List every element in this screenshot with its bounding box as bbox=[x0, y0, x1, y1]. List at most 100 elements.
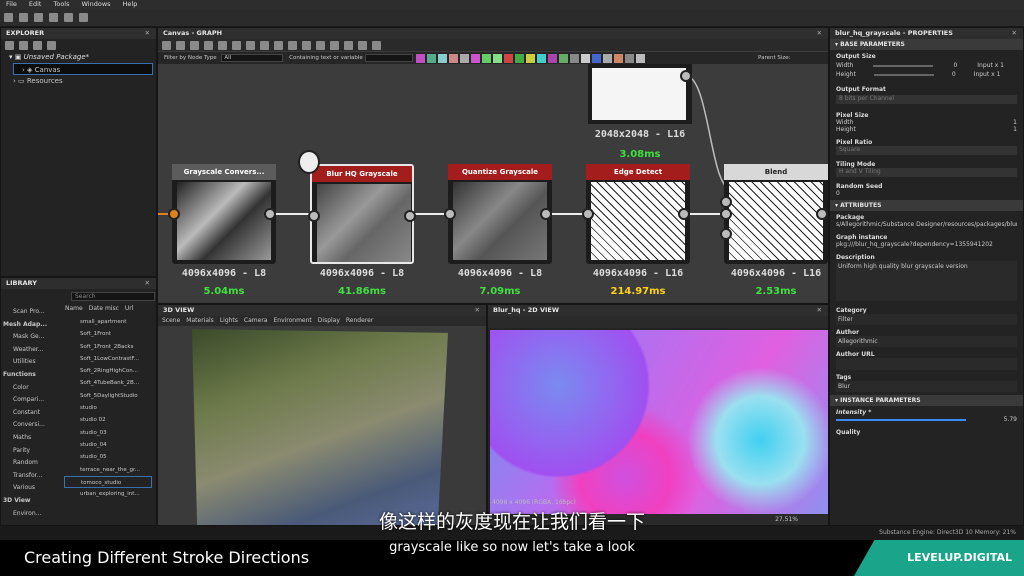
library-category-item[interactable]: Compari... bbox=[3, 394, 63, 407]
instance-parameters-header[interactable]: ▾ INSTANCE PARAMETERS bbox=[830, 395, 1023, 406]
output-width-slider[interactable] bbox=[873, 65, 934, 67]
col-date[interactable]: Date misc bbox=[89, 305, 119, 313]
node-input-port[interactable] bbox=[168, 208, 180, 220]
library-category-item[interactable]: Parity bbox=[3, 445, 63, 458]
author-field[interactable]: Allegorithmic bbox=[836, 336, 1017, 347]
save-all-icon[interactable] bbox=[49, 13, 58, 22]
library-category-item[interactable]: 3D View bbox=[3, 495, 63, 508]
node-output-port[interactable] bbox=[404, 210, 416, 222]
library-category-item[interactable]: Conversi... bbox=[3, 419, 63, 432]
col-url[interactable]: Url bbox=[125, 305, 134, 313]
library-category-item[interactable]: Mask Ge... bbox=[3, 331, 63, 344]
output-width-row[interactable]: Width 0 Input x 1 bbox=[836, 62, 1017, 69]
library-item[interactable]: studio_03 bbox=[64, 427, 152, 439]
library-category-item[interactable]: Random bbox=[3, 457, 63, 470]
category-field[interactable]: Filter bbox=[836, 314, 1017, 325]
new-package-icon[interactable] bbox=[5, 41, 14, 50]
pixel-ratio-select[interactable]: Square bbox=[836, 146, 1017, 155]
3d-menu-item[interactable]: Environment bbox=[273, 316, 311, 326]
3d-preview-mesh[interactable] bbox=[192, 329, 448, 525]
base-parameters-header[interactable]: ▾ BASE PARAMETERS bbox=[830, 39, 1023, 50]
menu-windows[interactable]: Windows bbox=[82, 0, 111, 9]
3d-menu-item[interactable]: Renderer bbox=[346, 316, 373, 326]
menu-tools[interactable]: Tools bbox=[53, 0, 69, 9]
close-icon[interactable]: ✕ bbox=[475, 305, 480, 316]
new-file-icon[interactable] bbox=[4, 13, 13, 22]
open-package-icon[interactable] bbox=[19, 41, 28, 50]
library-category-item[interactable]: Transfor... bbox=[3, 470, 63, 483]
close-icon[interactable]: ✕ bbox=[1012, 28, 1017, 39]
graph-node[interactable]: Grayscale Convers... bbox=[168, 164, 276, 264]
library-item[interactable]: small_apartment bbox=[64, 316, 152, 328]
pin-icon[interactable]: ✕ bbox=[145, 28, 150, 39]
comment-icon[interactable] bbox=[298, 150, 320, 174]
2d-preview-image[interactable] bbox=[490, 330, 828, 514]
menu-help[interactable]: Help bbox=[123, 0, 138, 9]
library-item[interactable]: studio 02 bbox=[64, 414, 152, 426]
node-input-port[interactable] bbox=[582, 208, 594, 220]
redo-icon[interactable] bbox=[79, 13, 88, 22]
library-item[interactable]: Soft_4TubeBank_2B... bbox=[64, 377, 152, 389]
library-category-item[interactable]: Maths bbox=[3, 432, 63, 445]
library-item[interactable]: tomoco_studio bbox=[64, 475, 152, 489]
library-item[interactable]: Soft_2RingHighCon... bbox=[64, 365, 152, 377]
node-output-port[interactable] bbox=[264, 208, 276, 220]
undo-icon[interactable] bbox=[64, 13, 73, 22]
package-item[interactable]: ▾ ▣ Unsaved Package* bbox=[1, 51, 156, 63]
library-item[interactable]: studio bbox=[64, 402, 152, 414]
library-item[interactable]: terrace_near_the_gr... bbox=[64, 464, 152, 476]
author-url-field[interactable] bbox=[836, 358, 1017, 370]
output-height-row[interactable]: Height 0 Input x 1 bbox=[836, 71, 1017, 78]
library-item[interactable]: studio_05 bbox=[64, 451, 152, 463]
pin-icon[interactable]: ✕ bbox=[145, 278, 150, 289]
pixel-height-row[interactable]: Height 1 bbox=[836, 126, 1017, 133]
save-icon[interactable] bbox=[34, 13, 43, 22]
node-input-port[interactable] bbox=[444, 208, 456, 220]
output-port[interactable] bbox=[680, 70, 692, 82]
library-item[interactable]: urban_exploring_int... bbox=[64, 488, 152, 500]
library-item[interactable]: Soft_1Front_2Backs bbox=[64, 341, 152, 353]
library-category-item[interactable]: Various bbox=[3, 482, 63, 495]
random-seed-value[interactable]: 0 bbox=[836, 190, 1017, 197]
node-input-port[interactable] bbox=[720, 208, 732, 220]
node-input-port[interactable] bbox=[308, 210, 320, 222]
move-up-icon[interactable] bbox=[33, 41, 42, 50]
intensity-slider[interactable] bbox=[836, 419, 966, 421]
col-name[interactable]: Name bbox=[65, 305, 83, 313]
node-output-port[interactable] bbox=[540, 208, 552, 220]
library-category-item[interactable]: Color bbox=[3, 382, 63, 395]
graph-node[interactable]: Quantize Grayscale bbox=[444, 164, 552, 264]
description-field[interactable]: Uniform high quality blur grayscale vers… bbox=[836, 261, 1017, 301]
node-output-port[interactable] bbox=[678, 208, 690, 220]
close-icon[interactable]: ✕ bbox=[817, 305, 822, 316]
graph-node[interactable]: Edge Detect bbox=[582, 164, 690, 264]
3d-menu-item[interactable]: Display bbox=[318, 316, 340, 326]
library-search-input[interactable]: Search bbox=[71, 292, 155, 301]
library-item[interactable]: Soft_1Front bbox=[64, 328, 152, 340]
output-node[interactable] bbox=[588, 64, 692, 124]
canvas-item[interactable]: › ◈ Canvas bbox=[13, 63, 153, 75]
tiling-mode-select[interactable]: H and V Tiling bbox=[836, 168, 1017, 177]
intensity-row[interactable]: 5.79 bbox=[836, 416, 1017, 423]
node-input-port[interactable] bbox=[720, 228, 732, 240]
library-category-item[interactable]: Scan Pro... bbox=[3, 306, 63, 319]
output-height-slider[interactable] bbox=[873, 74, 934, 76]
library-category-item[interactable]: Mesh Adap... bbox=[3, 319, 63, 332]
3d-menu-item[interactable]: Lights bbox=[220, 316, 238, 326]
library-item[interactable]: Soft_5DaylightStudio bbox=[64, 390, 152, 402]
library-item[interactable]: studio_04 bbox=[64, 439, 152, 451]
3d-menu-item[interactable]: Scene bbox=[162, 316, 180, 326]
library-category-item[interactable]: Weather... bbox=[3, 344, 63, 357]
pixel-width-row[interactable]: Width 1 bbox=[836, 119, 1017, 126]
library-category-item[interactable]: Functions bbox=[3, 369, 63, 382]
node-output-port[interactable] bbox=[816, 208, 828, 220]
attributes-header[interactable]: ▾ ATTRIBUTES bbox=[830, 200, 1023, 211]
move-down-icon[interactable] bbox=[47, 41, 56, 50]
3d-menu-item[interactable]: Materials bbox=[186, 316, 214, 326]
tags-field[interactable]: Blur bbox=[836, 381, 1017, 392]
menu-edit[interactable]: Edit bbox=[29, 0, 42, 9]
resources-item[interactable]: › ▭ Resources bbox=[1, 75, 156, 87]
library-category-item[interactable]: Utilities bbox=[3, 356, 63, 369]
library-category-item[interactable]: Constant bbox=[3, 407, 63, 420]
node-input-port[interactable] bbox=[720, 196, 732, 208]
